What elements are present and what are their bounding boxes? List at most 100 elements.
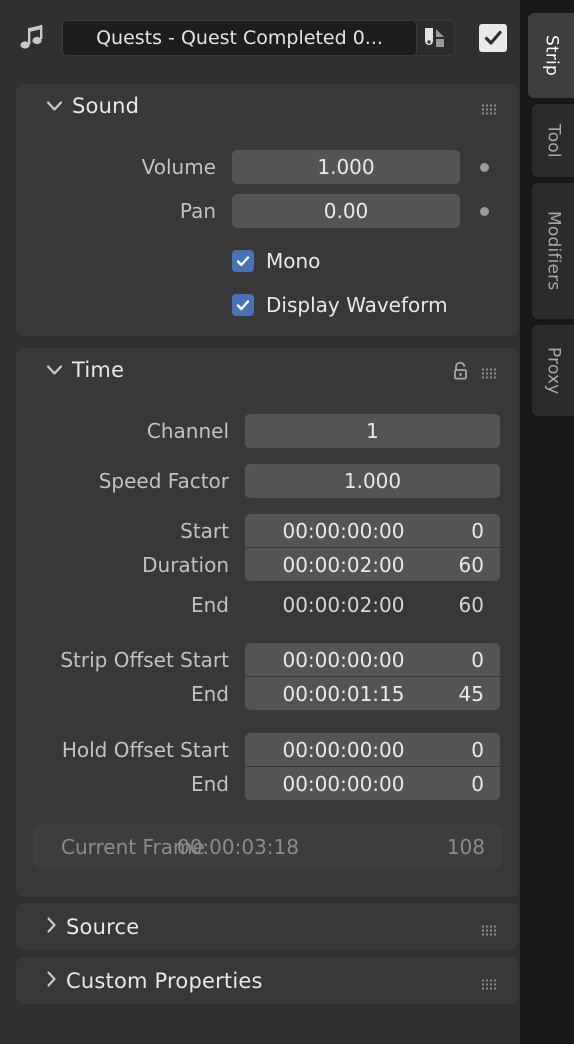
label-volume: Volume [141, 155, 216, 179]
field-strip-offset-end-timecode: 00:00:01:15 [282, 681, 405, 706]
unlocked-padlock-icon[interactable] [450, 360, 470, 380]
label-strip-offset-start: Strip Offset Start [60, 647, 229, 672]
panel-custom-properties-title: Custom Properties [66, 968, 263, 993]
row-hold-offset-start: Hold Offset Start 00:00:00:00 0 [16, 733, 518, 766]
field-hold-offset-start-timecode: 00:00:00:00 [282, 737, 405, 762]
field-speed-factor-value: 1.000 [343, 469, 402, 493]
value-current-frame-timecode: 00:00:03:18 [176, 835, 299, 859]
field-start-frame: 0 [471, 518, 484, 543]
tab-modifiers[interactable]: Modifiers [532, 183, 574, 319]
field-speed-factor[interactable]: 1.000 [245, 464, 500, 498]
chevron-right-icon [46, 970, 57, 991]
row-strip-offset-end: End 00:00:01:15 45 [16, 677, 518, 710]
checkbox-display-waveform[interactable] [232, 294, 254, 316]
tab-proxy-label: Proxy [543, 346, 564, 395]
panel-source-header[interactable]: Source [16, 903, 518, 950]
grip-dots-icon[interactable] [482, 921, 498, 935]
animate-dot-icon[interactable] [480, 163, 489, 172]
field-volume[interactable]: 1.000 [232, 150, 460, 184]
checkbox-mono[interactable] [232, 250, 254, 272]
field-hold-offset-start-frame: 0 [471, 737, 484, 762]
panel-custom-properties[interactable]: Custom Properties [16, 957, 518, 1004]
field-volume-value: 1.000 [317, 155, 375, 179]
row-end: End 00:00:02:00 60 [16, 588, 518, 622]
field-duration[interactable]: 00:00:02:00 60 [245, 548, 500, 581]
row-hold-offset-end: End 00:00:00:00 0 [16, 767, 518, 800]
chevron-right-icon [46, 916, 57, 937]
label-start: Start [180, 518, 229, 543]
field-current-frame: Current Frame 00:00:03:18 108 [33, 825, 501, 869]
label-end: End [190, 593, 229, 617]
grip-dots-icon[interactable] [482, 365, 498, 379]
field-start[interactable]: 00:00:00:00 0 [245, 514, 500, 547]
row-mono: Mono [16, 249, 518, 273]
label-hold-offset-start: Hold Offset Start [61, 737, 229, 762]
label-display-waveform: Display Waveform [266, 293, 448, 317]
label-hold-offset-end: End [190, 771, 229, 796]
field-hold-offset-end[interactable]: 00:00:00:00 0 [245, 767, 500, 800]
tab-tool[interactable]: Tool [532, 104, 574, 177]
chevron-down-icon [46, 361, 63, 380]
field-duration-timecode: 00:00:02:00 [282, 552, 405, 577]
field-strip-offset-start-frame: 0 [471, 647, 484, 672]
panel-sound-header[interactable]: Sound [16, 84, 518, 128]
chevron-down-icon [46, 97, 63, 116]
label-speed-factor: Speed Factor [98, 469, 229, 493]
tab-rail: Strip Tool Modifiers Proxy [520, 0, 574, 1044]
fake-user-toggle[interactable] [479, 24, 507, 52]
panel-custom-properties-header[interactable]: Custom Properties [16, 957, 518, 1004]
field-channel[interactable]: 1 [245, 414, 500, 448]
tab-tool-label: Tool [543, 123, 564, 158]
field-start-timecode: 00:00:00:00 [282, 518, 405, 543]
panel-time: Time Channel 1 Speed Factor 1.000 Start … [16, 348, 518, 897]
label-duration: Duration [142, 552, 229, 577]
row-channel: Channel 1 [16, 414, 518, 448]
datablock-name-value: Quests - Quest Completed 0... [96, 27, 383, 49]
value-end-timecode: 00:00:02:00 [282, 593, 405, 617]
panel-source[interactable]: Source [16, 903, 518, 950]
row-pan: Pan 0.00 [16, 194, 518, 228]
field-channel-value: 1 [366, 419, 379, 443]
label-pan: Pan [179, 199, 216, 223]
row-start: Start 00:00:00:00 0 [16, 514, 518, 547]
datablock-header: Quests - Quest Completed 0... [0, 10, 520, 66]
tab-modifiers-label: Modifiers [543, 211, 564, 291]
panel-time-header[interactable]: Time [16, 348, 518, 392]
grip-dots-icon[interactable] [482, 101, 498, 115]
tab-strip-label: Strip [541, 35, 562, 76]
row-display-waveform: Display Waveform [16, 293, 518, 317]
tab-strip[interactable]: Strip [528, 13, 574, 98]
label-mono: Mono [266, 249, 321, 273]
panel-time-title: Time [72, 358, 125, 382]
panel-sound: Sound Volume 1.000 Pan 0.00 Mono Display… [16, 84, 518, 336]
label-strip-offset-end: End [190, 681, 229, 706]
field-duration-frame: 60 [458, 552, 484, 577]
value-end: 00:00:02:00 60 [245, 588, 500, 622]
field-hold-offset-start[interactable]: 00:00:00:00 0 [245, 733, 500, 766]
field-strip-offset-end[interactable]: 00:00:01:15 45 [245, 677, 500, 710]
field-pan-value: 0.00 [323, 199, 369, 223]
check-icon [236, 256, 250, 267]
music-note-icon [18, 22, 48, 54]
check-icon [236, 300, 250, 311]
value-current-frame-frame: 108 [446, 835, 485, 859]
duplicate-datablock-button[interactable] [416, 20, 455, 56]
tab-proxy[interactable]: Proxy [532, 325, 574, 416]
duplicate-datablock-icon [425, 28, 444, 47]
row-speed-factor: Speed Factor 1.000 [16, 464, 518, 498]
row-strip-offset-start: Strip Offset Start 00:00:00:00 0 [16, 643, 518, 676]
panel-source-title: Source [66, 914, 140, 939]
row-duration: Duration 00:00:02:00 60 [16, 548, 518, 581]
animate-dot-icon[interactable] [480, 207, 489, 216]
field-pan[interactable]: 0.00 [232, 194, 460, 228]
field-hold-offset-end-timecode: 00:00:00:00 [282, 771, 405, 796]
row-volume: Volume 1.000 [16, 150, 518, 184]
label-channel: Channel [146, 419, 229, 443]
check-icon [484, 30, 502, 45]
field-strip-offset-start-timecode: 00:00:00:00 [282, 647, 405, 672]
field-strip-offset-end-frame: 45 [458, 681, 484, 706]
panel-sound-title: Sound [72, 94, 140, 118]
datablock-name-field[interactable]: Quests - Quest Completed 0... [62, 20, 417, 56]
field-strip-offset-start[interactable]: 00:00:00:00 0 [245, 643, 500, 676]
grip-dots-icon[interactable] [482, 975, 498, 989]
